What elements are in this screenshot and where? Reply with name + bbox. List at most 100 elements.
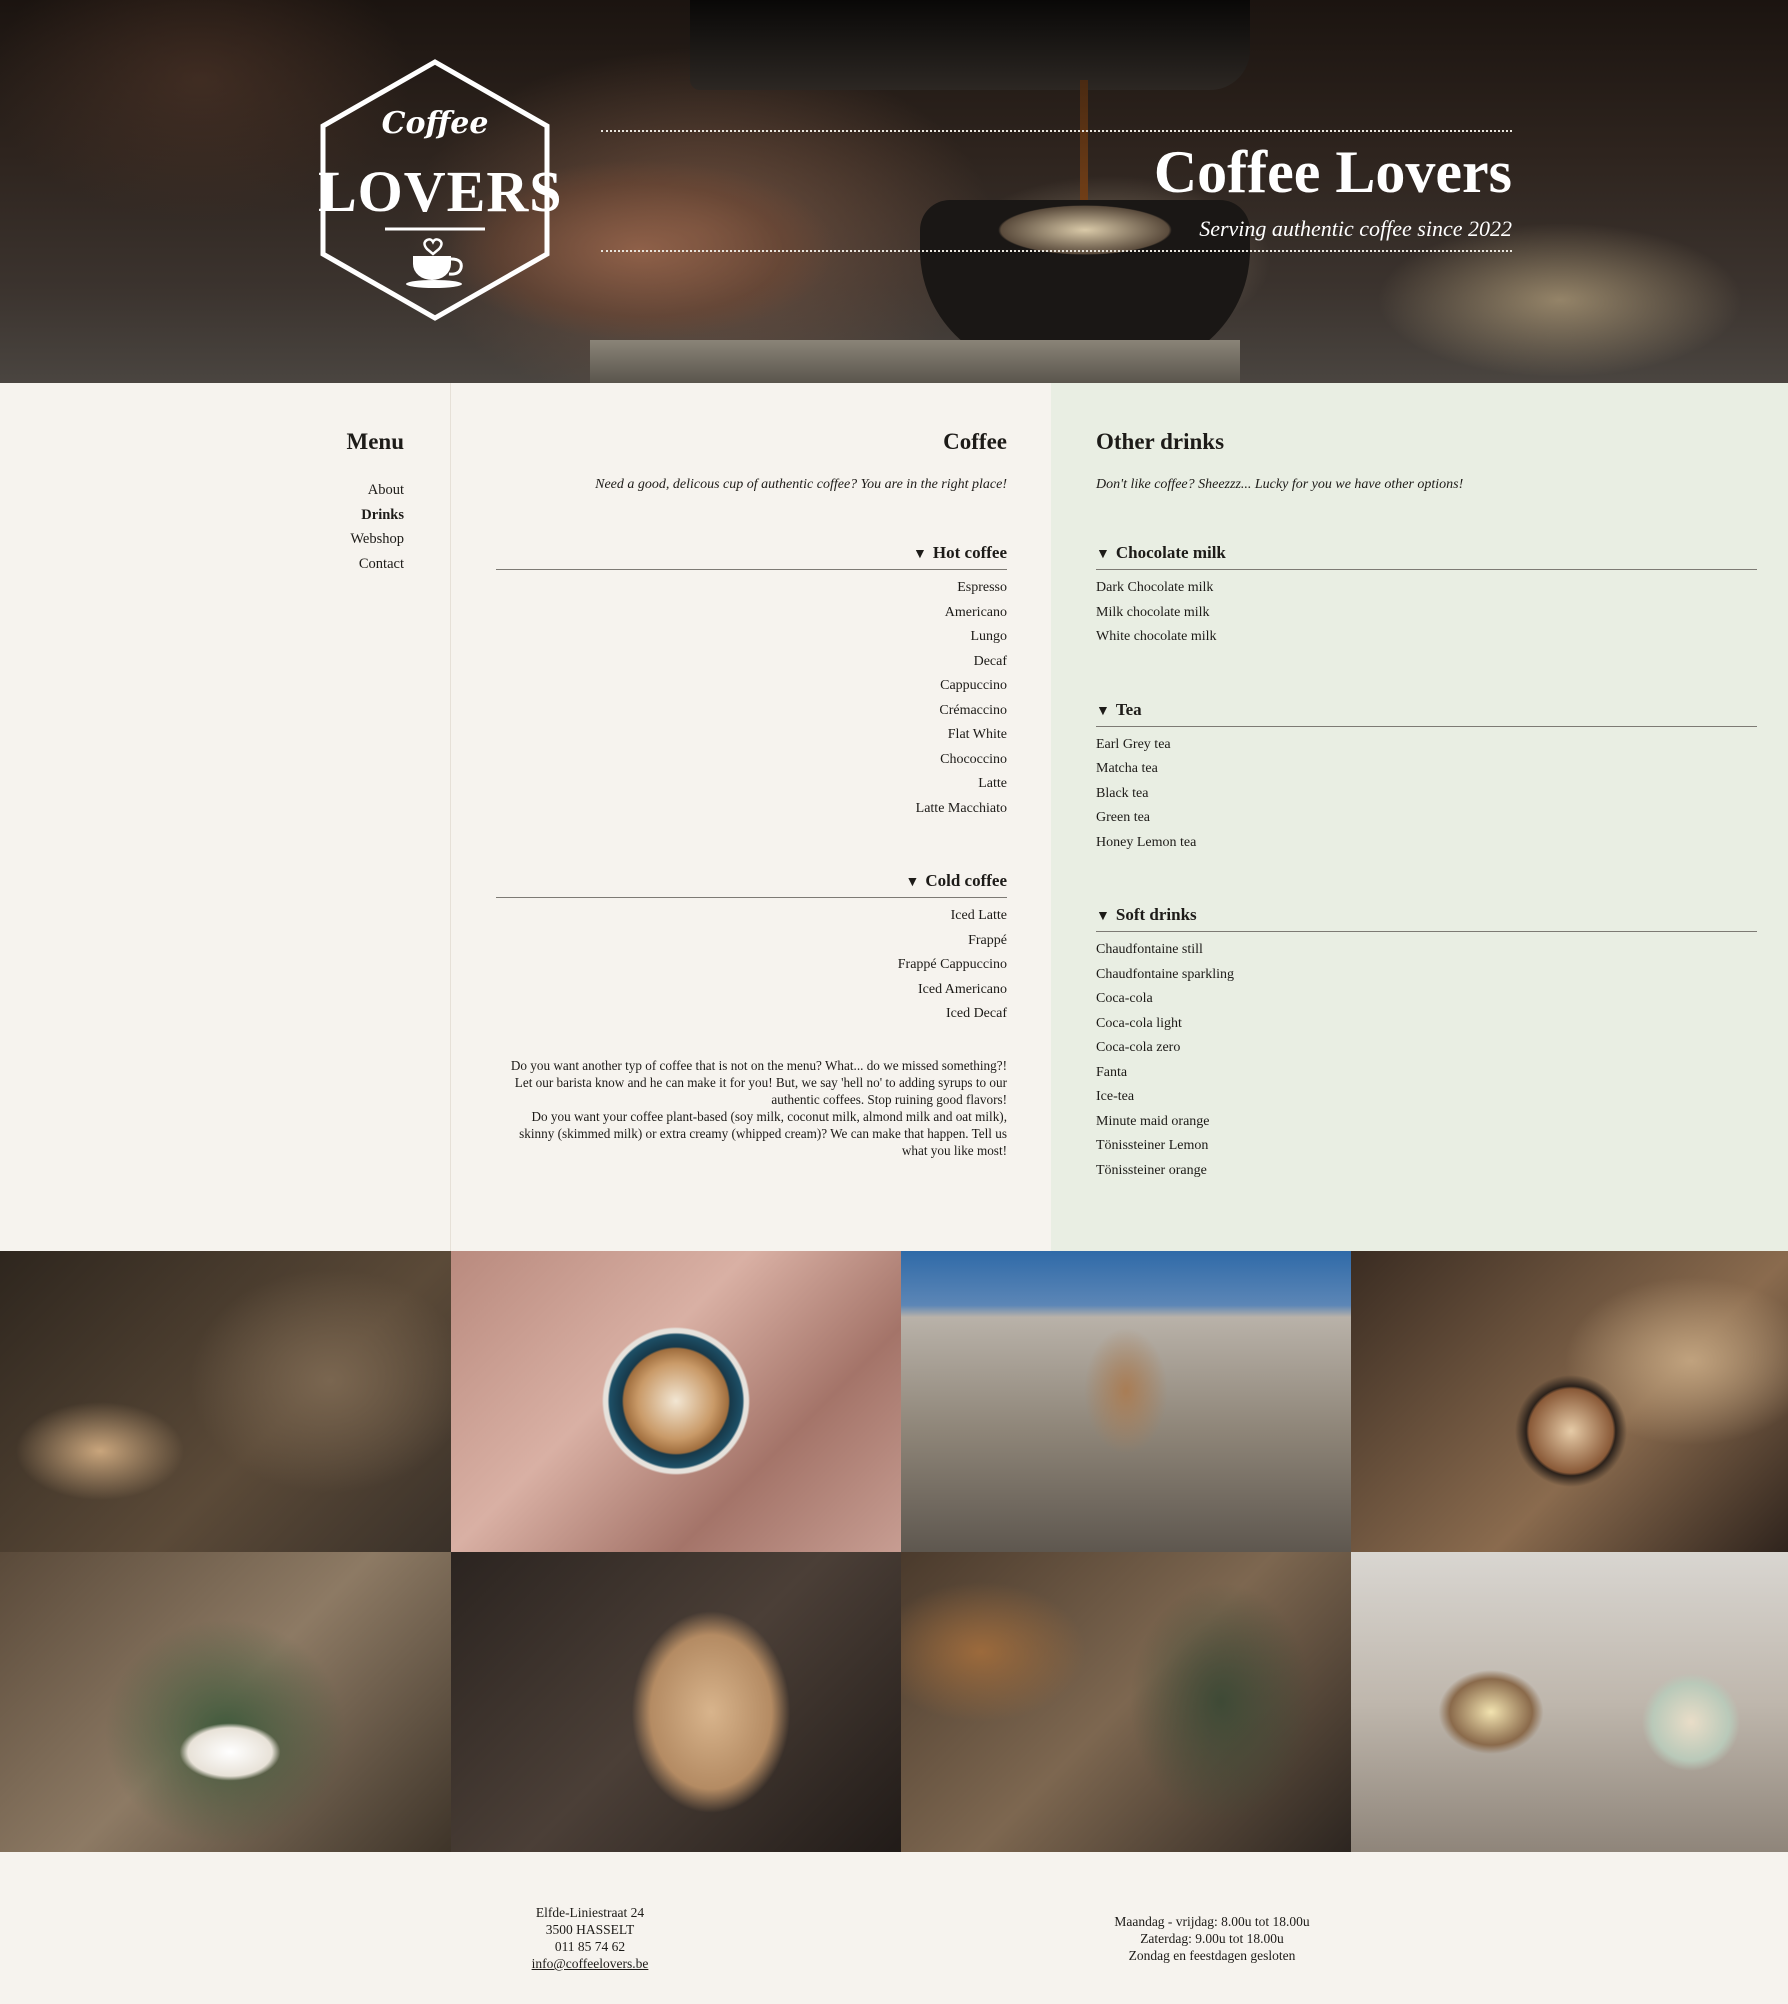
address-city: 3500 HASSELT <box>545 1922 635 1937</box>
chocolate-milk-toggle[interactable]: ▼ Chocolate milk <box>1096 543 1757 570</box>
list-item: Decaf <box>973 653 1007 669</box>
list-item: Earl Grey tea <box>1096 736 1171 752</box>
soft-drinks-group: ▼ Soft drinks Chaudfontaine still Chaudfo… <box>1096 905 1757 1183</box>
email-link[interactable]: info@coffeelovers.be <box>532 1956 649 1971</box>
espresso-machine-image <box>690 0 1250 90</box>
list-item: Frappé <box>968 932 1007 948</box>
list-item: Minute maid orange <box>1096 1113 1210 1129</box>
coffee-note: Do you want another typ of coffee that i… <box>496 1057 1007 1159</box>
group-title: Chocolate milk <box>1115 543 1226 562</box>
address-street: Elfde-Liniestraat 24 <box>535 1905 645 1920</box>
hours-weekdays: Maandag - vrijdag: 8.00u tot 18.00u <box>1114 1914 1310 1929</box>
list-item: Iced Latte <box>950 908 1007 923</box>
list-item: Chaudfontaine still <box>1096 942 1203 957</box>
gallery-photo-milk-pour <box>1351 1251 1788 1552</box>
list-item: Latte Macchiato <box>915 800 1007 816</box>
list-item: Frappé Cappuccino <box>897 957 1007 972</box>
list-item: Lungo <box>970 629 1007 644</box>
nav-item-contact[interactable]: Contact <box>350 552 404 577</box>
phone-number: 011 85 74 62 <box>554 1939 626 1954</box>
chocolate-milk-list: Dark Chocolate milk Milk chocolate milk … <box>1096 576 1757 650</box>
nav-item-about[interactable]: About <box>350 478 404 503</box>
menu-column: Menu About Drinks Webshop Contact <box>0 383 451 1251</box>
list-item: Matcha tea <box>1096 761 1158 776</box>
gallery-photo-espresso-machine <box>0 1251 451 1552</box>
caret-down-icon: ▼ <box>905 875 920 890</box>
group-title: Soft drinks <box>1115 905 1197 924</box>
list-item: Coca-cola light <box>1096 1015 1182 1031</box>
footer: Elfde-Liniestraat 24 3500 HASSELT 011 85… <box>0 1852 1788 2004</box>
site-subtitle: Serving authentic coffee since 2022 <box>1199 216 1512 241</box>
nav-link-webshop[interactable]: Webshop <box>350 531 404 547</box>
list-item: Iced Americano <box>917 981 1007 997</box>
gallery-photo-cake-and-coffee <box>1351 1552 1788 1852</box>
list-item: Ice-tea <box>1096 1089 1135 1104</box>
tea-group: ▼ Tea Earl Grey tea Matcha tea Black tea … <box>1096 700 1757 856</box>
hot-coffee-group: ▼ Hot coffee Espresso Americano Lungo Dec… <box>496 543 1007 821</box>
list-item: Crémaccino <box>939 702 1007 718</box>
hot-coffee-toggle[interactable]: ▼ Hot coffee <box>496 543 1007 570</box>
footer-address: Elfde-Liniestraat 24 3500 HASSELT 011 85… <box>490 1904 690 1972</box>
tea-list: Earl Grey tea Matcha tea Black tea Green… <box>1096 733 1757 856</box>
gallery-photo-iced-coffee <box>451 1552 901 1852</box>
coffee-lovers-logo[interactable]: Coffee LOVERS <box>318 58 563 322</box>
caret-down-icon: ▼ <box>913 547 927 562</box>
list-item: Coca-cola <box>1096 991 1153 1006</box>
logo-main-text: LOVERS <box>318 159 563 224</box>
list-item: White chocolate milk <box>1096 629 1217 644</box>
other-drinks-title: Other drinks <box>1096 429 1225 454</box>
soft-drinks-toggle[interactable]: ▼ Soft drinks <box>1096 905 1757 932</box>
gallery-photo-barista-serving <box>0 1552 451 1852</box>
hours-saturday: Zaterdag: 9.00u tot 18.00u <box>1140 1931 1284 1946</box>
logo-script-text: Coffee <box>381 106 489 141</box>
cold-coffee-toggle[interactable]: ▼ Cold coffee <box>496 871 1007 898</box>
list-item: Dark Chocolate milk <box>1096 580 1214 595</box>
list-item: Tönissteiner orange <box>1096 1162 1207 1178</box>
coffee-section: Coffee Need a good, delicous cup of auth… <box>496 429 1007 1159</box>
header-divider-bottom <box>601 250 1512 252</box>
nav-item-webshop[interactable]: Webshop <box>350 527 404 552</box>
menu-title: Menu <box>346 429 405 454</box>
header-divider-top <box>601 130 1512 132</box>
group-title: Cold coffee <box>925 871 1007 890</box>
coffee-column: Coffee Need a good, delicous cup of auth… <box>451 383 1051 1251</box>
list-item: Espresso <box>957 580 1007 595</box>
coffee-note-paragraph-2: Do you want your coffee plant-based (soy… <box>519 1108 1007 1158</box>
coffee-intro: Need a good, delicous cup of authentic c… <box>595 477 1007 492</box>
list-item: Honey Lemon tea <box>1096 834 1197 850</box>
list-item: Americano <box>944 604 1007 620</box>
list-item: Black tea <box>1096 785 1149 801</box>
site-title: Coffee Lovers <box>1153 139 1512 205</box>
other-drinks-column: Other drinks Don't like coffee? Sheezzz.… <box>1051 383 1788 1251</box>
gallery-photo-latte-art <box>451 1251 901 1552</box>
soft-drinks-list: Chaudfontaine still Chaudfontaine sparkl… <box>1096 938 1757 1183</box>
nav-item-drinks[interactable]: Drinks <box>350 503 404 528</box>
list-item: Fanta <box>1096 1064 1128 1080</box>
drip-tray-image <box>590 340 1240 383</box>
nav-link-contact[interactable]: Contact <box>359 556 404 572</box>
caret-down-icon: ▼ <box>1096 703 1110 719</box>
list-item: Green tea <box>1096 810 1151 825</box>
hours-closed: Zondag en feestdagen gesloten <box>1128 1948 1296 1963</box>
gallery-photo-takeaway-cup <box>901 1251 1351 1552</box>
tea-toggle[interactable]: ▼ Tea <box>1096 700 1757 727</box>
hero-banner: Coffee LOVERS Coffee Lovers Serving auth… <box>0 0 1788 383</box>
opening-hours: Maandag - vrijdag: 8.00u tot 18.00u Zate… <box>1062 1913 1362 1964</box>
caret-down-icon: ▼ <box>1096 547 1110 562</box>
list-item: Tönissteiner Lemon <box>1096 1138 1209 1153</box>
nav-link-drinks[interactable]: Drinks <box>361 507 404 523</box>
list-item: Cappuccino <box>940 678 1007 693</box>
other-drinks-intro: Don't like coffee? Sheezzz... Lucky for … <box>1096 477 1464 492</box>
coffee-title: Coffee <box>943 429 1007 454</box>
cold-coffee-group: ▼ Cold coffee Iced Latte Frappé Frappé Ca… <box>496 871 1007 1027</box>
other-drinks-section: Other drinks Don't like coffee? Sheezzz.… <box>1096 429 1757 1183</box>
list-item: Chococcino <box>940 751 1007 767</box>
gallery-photo-barista-pouring <box>901 1552 1351 1852</box>
cold-coffee-list: Iced Latte Frappé Frappé Cappuccino Iced… <box>496 904 1007 1027</box>
group-title: Hot coffee <box>932 543 1007 562</box>
hot-coffee-list: Espresso Americano Lungo Decaf Cappuccin… <box>496 576 1007 821</box>
nav-menu: About Drinks Webshop Contact <box>350 478 404 576</box>
list-item: Milk chocolate milk <box>1096 604 1210 620</box>
coffee-note-paragraph-1: Do you want another typ of coffee that i… <box>510 1057 1007 1107</box>
nav-link-about[interactable]: About <box>368 482 404 498</box>
